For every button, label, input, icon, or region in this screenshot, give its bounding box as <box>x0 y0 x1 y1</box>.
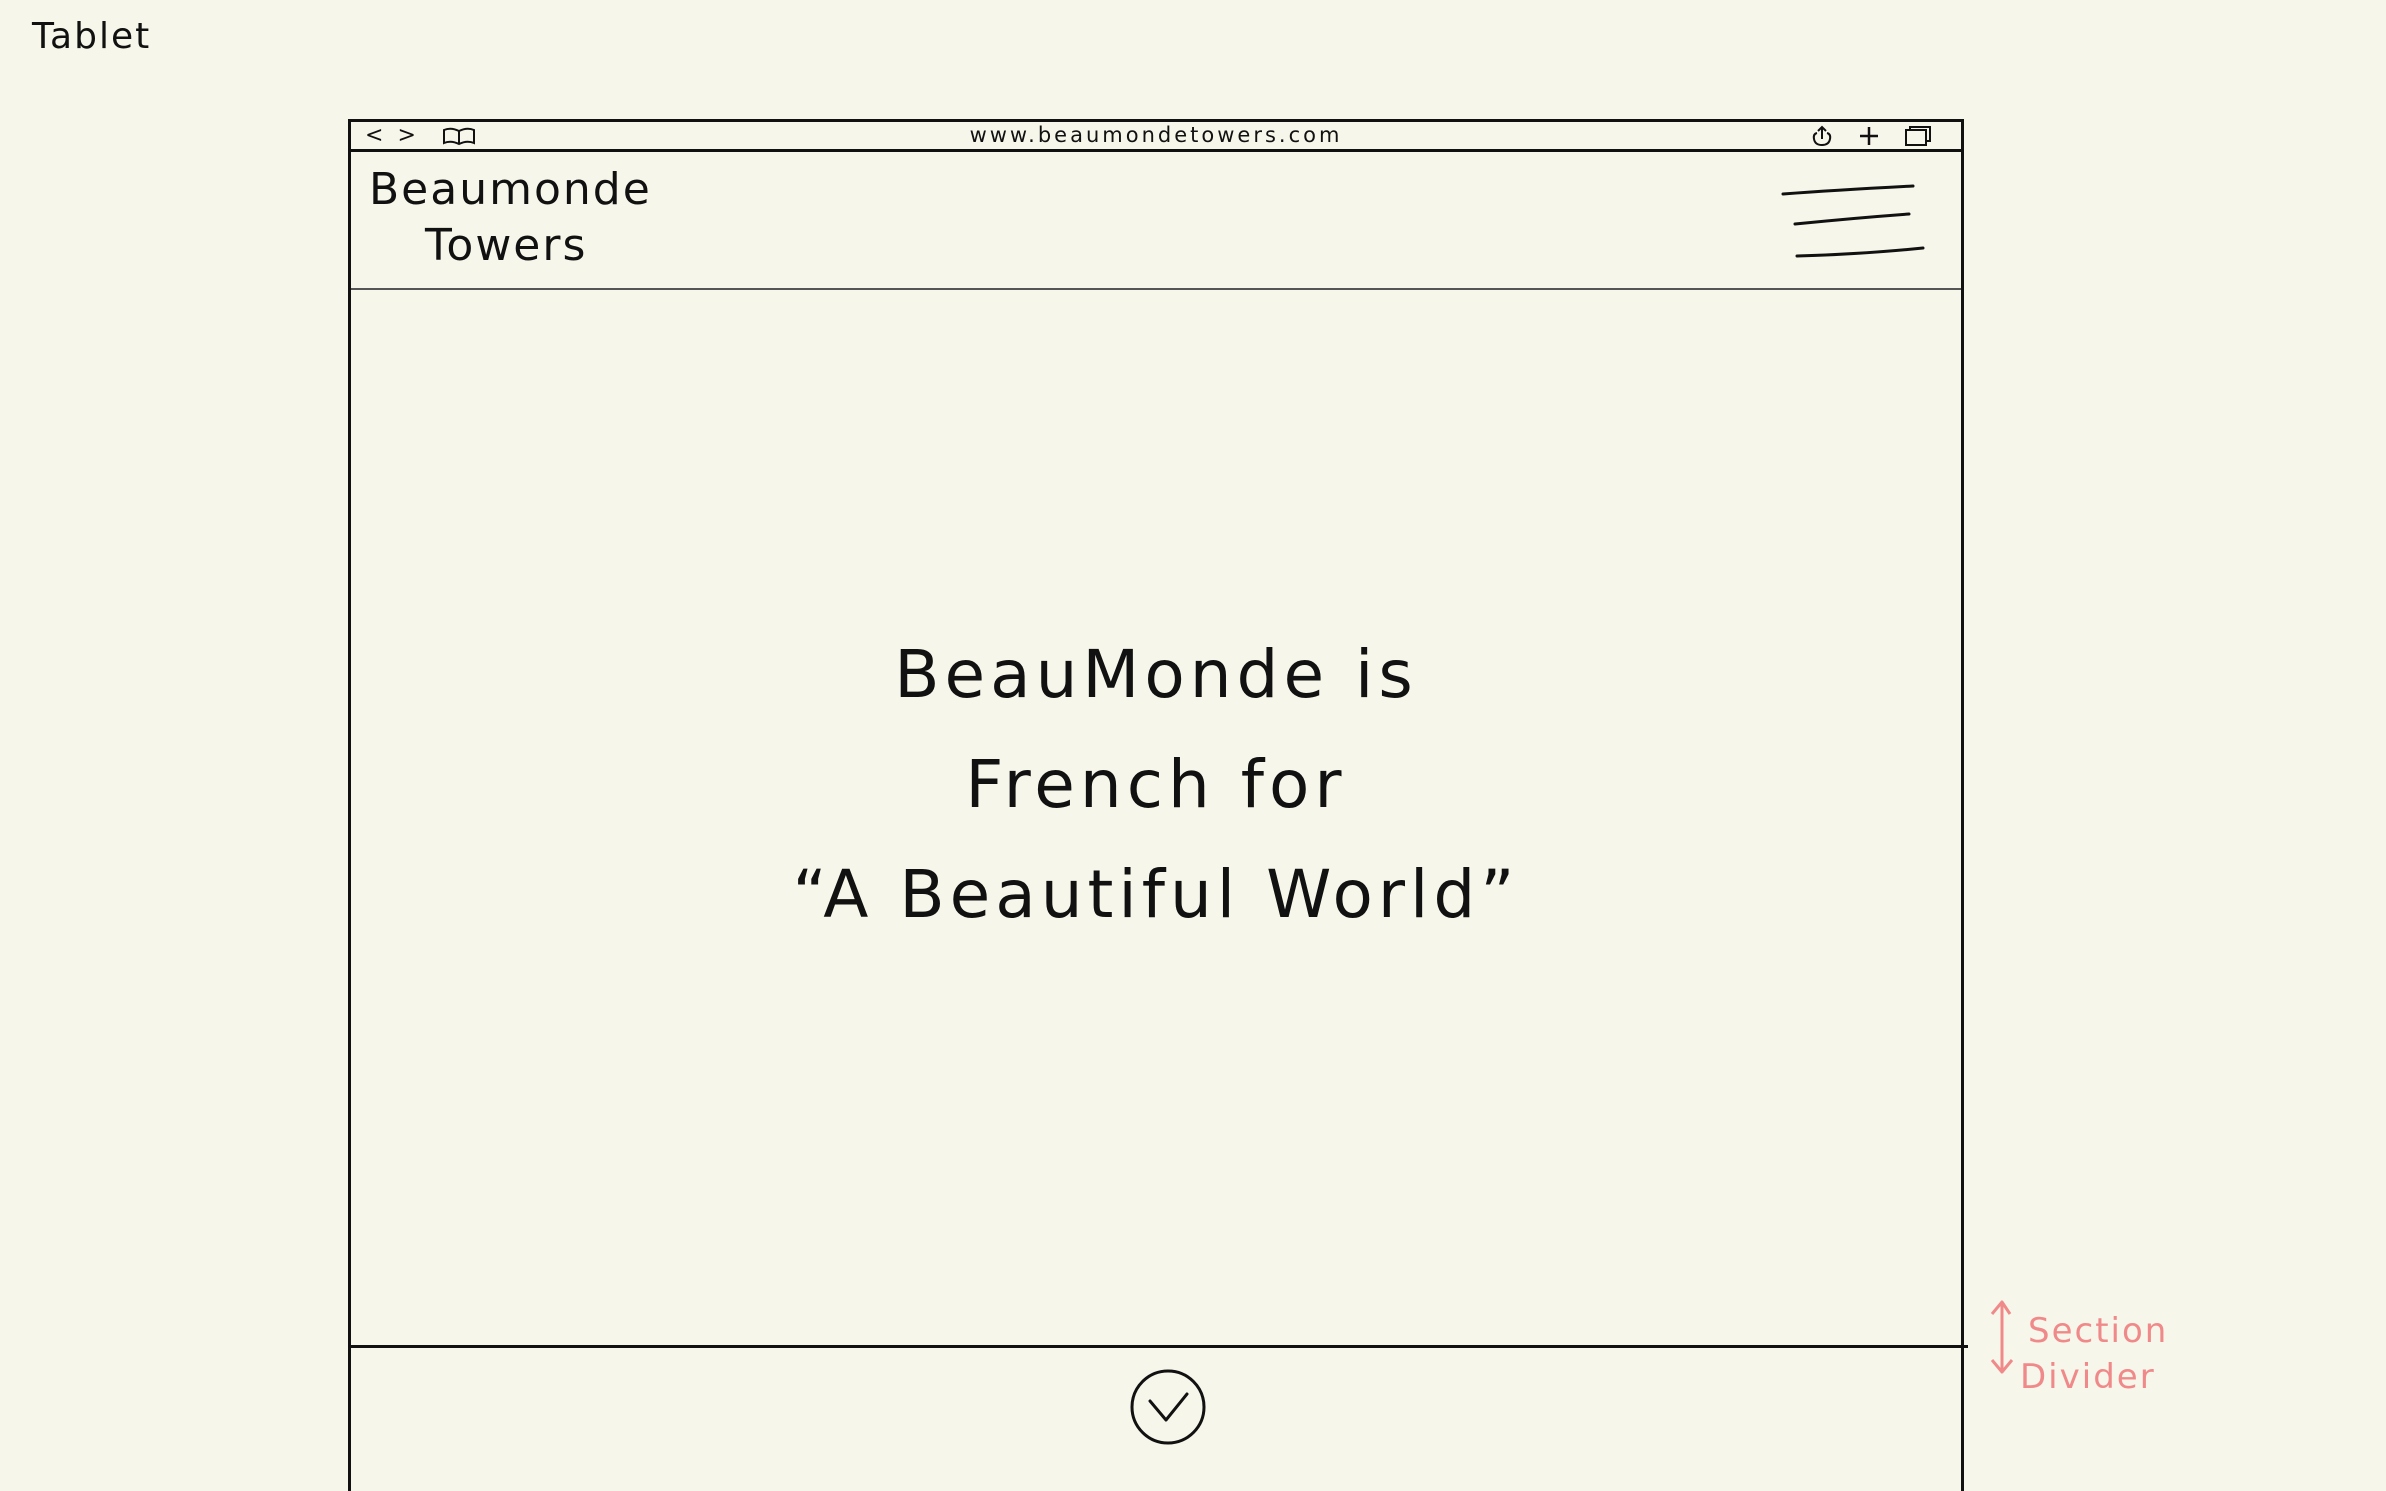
tagline-line-3: “A Beautiful World” <box>792 856 1520 933</box>
brand-name-line2: Towers <box>425 220 588 271</box>
site-header: Beaumonde Towers <box>351 152 1961 290</box>
browser-toolbar: < > www.beaumondetowers.com <box>351 122 1961 152</box>
brand-logo[interactable]: Beaumonde Towers <box>369 162 652 274</box>
section-divider-annotation: Section Divider <box>1976 1292 2176 1412</box>
toolbar-right-controls <box>1809 122 1933 149</box>
tabs-icon[interactable] <box>1903 124 1933 148</box>
share-icon[interactable] <box>1809 124 1835 148</box>
brand-name-line1: Beaumonde <box>369 164 652 215</box>
hamburger-menu-icon[interactable] <box>1775 182 1925 262</box>
annotation-line-2: Divider <box>2020 1357 2156 1397</box>
double-arrow-vertical-icon <box>1990 1300 2014 1374</box>
address-bar[interactable]: www.beaumondetowers.com <box>351 122 1961 149</box>
annotation-text: Section Divider <box>2020 1308 2169 1400</box>
annotation-line-1: Section <box>2028 1311 2169 1351</box>
tagline-line-1: BeauMonde is <box>894 636 1418 713</box>
device-label: Tablet <box>32 16 152 57</box>
tagline-line-2: French for <box>965 746 1347 823</box>
section-divider <box>350 1345 1968 1348</box>
wireframe-canvas: Tablet < > www.beaumondetowers.com Beaum… <box>0 0 2386 1491</box>
plus-icon[interactable] <box>1857 124 1881 148</box>
hero-tagline: BeauMonde is French for “A Beautiful Wor… <box>351 620 1961 950</box>
browser-window: < > www.beaumondetowers.com Beaumonde To… <box>348 119 1964 1491</box>
hero-section: BeauMonde is French for “A Beautiful Wor… <box>351 290 1961 1470</box>
chevron-down-circle-icon[interactable] <box>1129 1368 1207 1446</box>
